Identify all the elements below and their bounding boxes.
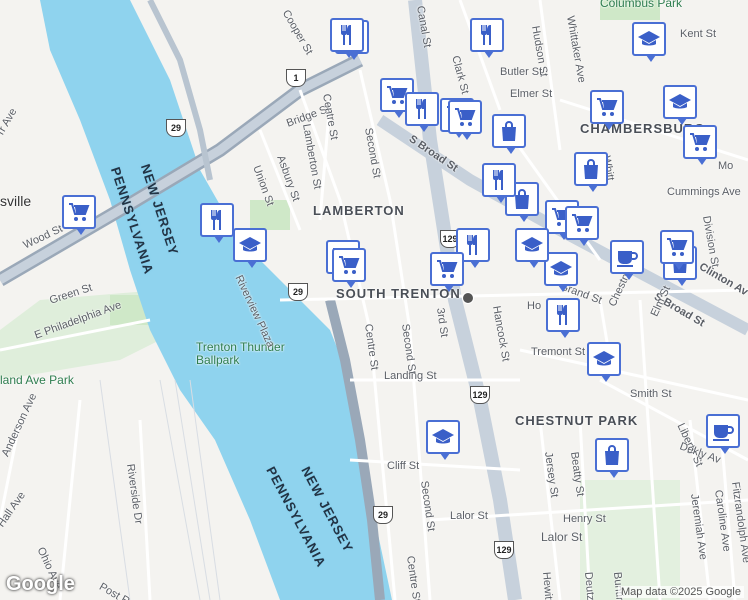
cafe-icon	[615, 245, 639, 269]
map-attribution[interactable]: Map data ©2025 Google	[617, 586, 744, 598]
school-marker[interactable]	[515, 228, 549, 268]
school-marker[interactable]	[663, 85, 697, 125]
shopping-bag-marker[interactable]	[595, 438, 629, 478]
shopping-cart-marker[interactable]	[62, 195, 96, 235]
school-icon	[431, 425, 455, 449]
route-shield: 29	[288, 283, 308, 301]
restaurant-icon	[461, 233, 485, 257]
neighborhood-south-trenton: SOUTH TRENTON	[336, 286, 461, 301]
school-icon	[238, 233, 262, 257]
street-label: Henry St	[563, 513, 606, 525]
neighborhood-chestnut-park: CHESTNUT PARK	[515, 413, 639, 428]
school-marker[interactable]	[544, 252, 578, 292]
shopping-cart-icon	[688, 130, 712, 154]
school-marker[interactable]	[632, 22, 666, 62]
shopping-cart-icon	[595, 95, 619, 119]
restaurant-icon	[205, 208, 229, 232]
street-label: Cummings Ave	[667, 186, 741, 198]
restaurant-marker[interactable]	[330, 18, 364, 58]
train-station-icon[interactable]	[462, 292, 474, 304]
restaurant-marker[interactable]	[470, 18, 504, 58]
park-columbus: Columbus Park	[600, 0, 683, 10]
shopping-cart-icon	[453, 105, 477, 129]
shopping-cart-icon	[435, 257, 459, 281]
shopping-bag-marker[interactable]	[492, 114, 526, 154]
street-label: Mo	[718, 160, 734, 172]
town-label: sville	[0, 193, 32, 209]
school-icon	[549, 257, 573, 281]
park-island: land Ave Park	[0, 373, 74, 387]
restaurant-icon	[487, 168, 511, 192]
street-label: Hewitt	[540, 571, 555, 600]
school-marker[interactable]	[233, 228, 267, 268]
street-label: Smith St	[630, 388, 672, 400]
shopping-bag-icon	[600, 443, 624, 467]
shopping-bag-marker[interactable]	[574, 152, 608, 192]
shopping-bag-icon	[579, 157, 603, 181]
restaurant-marker[interactable]	[482, 163, 516, 203]
restaurant-icon	[475, 23, 499, 47]
map-canvas[interactable]: LAMBERTON SOUTH TRENTON CHESTNUT PARK CH…	[0, 0, 748, 600]
shopping-cart-marker[interactable]	[565, 206, 599, 246]
route-shield: 29	[166, 119, 186, 137]
street-label: Cliff St	[387, 460, 420, 472]
school-icon	[520, 233, 544, 257]
google-logo: Google	[6, 573, 75, 595]
shopping-cart-icon	[570, 211, 594, 235]
shopping-cart-marker[interactable]	[590, 90, 624, 130]
street-label: Lalor St	[541, 530, 583, 544]
route-shield: 29	[373, 506, 393, 524]
restaurant-marker[interactable]	[405, 92, 439, 132]
restaurant-icon	[551, 303, 575, 327]
street-label: Tremont St	[531, 346, 585, 358]
restaurant-marker[interactable]	[200, 203, 234, 243]
shopping-cart-icon	[665, 235, 689, 259]
street-label: Deutz	[582, 571, 597, 600]
school-icon	[637, 27, 661, 51]
shopping-cart-marker[interactable]	[430, 252, 464, 292]
street-label: Butler St	[500, 66, 543, 78]
shopping-cart-marker[interactable]	[683, 125, 717, 165]
neighborhood-lamberton: LAMBERTON	[313, 203, 405, 218]
cafe-marker[interactable]	[706, 414, 740, 454]
route-shield: 129	[494, 541, 514, 559]
street-label: Elmer St	[510, 88, 553, 100]
street-label: Kent St	[680, 28, 717, 40]
cafe-marker[interactable]	[610, 240, 644, 280]
shopping-cart-icon	[67, 200, 91, 224]
school-marker[interactable]	[587, 342, 621, 382]
park-ballpark: Trenton Thunder Ballpark	[196, 340, 285, 367]
street-label: Lalor St	[450, 510, 488, 522]
street-label: Ho	[527, 300, 542, 312]
shopping-cart-marker[interactable]	[448, 100, 482, 140]
shopping-bag-icon	[497, 119, 521, 143]
route-shield: 129	[470, 386, 490, 404]
school-icon	[668, 90, 692, 114]
restaurant-marker[interactable]	[546, 298, 580, 338]
restaurant-icon	[335, 23, 359, 47]
shopping-cart-marker[interactable]	[332, 248, 366, 288]
cafe-icon	[711, 419, 735, 443]
route-shield: 1	[286, 69, 306, 87]
school-icon	[592, 347, 616, 371]
school-marker[interactable]	[426, 420, 460, 460]
restaurant-icon	[410, 97, 434, 121]
shopping-cart-marker[interactable]	[660, 230, 694, 270]
shopping-cart-icon	[337, 253, 361, 277]
